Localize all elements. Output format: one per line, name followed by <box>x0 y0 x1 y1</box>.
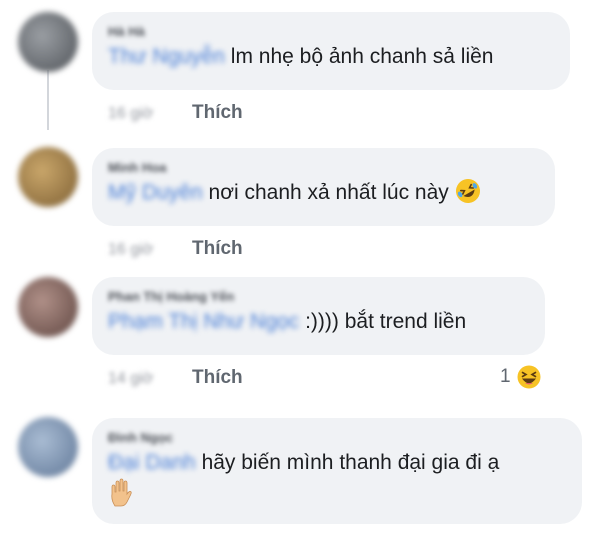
comment-bubble: Minh Hoa Mỹ Duyên nơi chanh xả nhất lúc n… <box>92 148 555 226</box>
comment-text: Phạm Thị Như Ngọc :)))) bắt trend liền <box>108 307 527 337</box>
reply-thread-line <box>47 70 49 130</box>
avatar[interactable] <box>18 417 78 477</box>
comment-author[interactable]: Hà Hà <box>108 22 552 42</box>
like-button[interactable]: Thích <box>192 238 243 259</box>
like-button[interactable]: Thích <box>192 102 243 123</box>
reaction-count-value: 1 <box>500 366 511 388</box>
reaction-count[interactable]: 1 <box>500 364 542 390</box>
comment-timestamp[interactable]: 16 giờ <box>108 238 192 262</box>
comment-author[interactable]: Phan Thị Hoàng Yến <box>108 287 527 307</box>
like-button[interactable]: Thích <box>192 367 243 388</box>
comment-actions: 16 giờ Thích <box>108 237 243 261</box>
comment-body: lm nhẹ bộ ảnh chanh sả liền <box>230 45 494 68</box>
rolling-on-floor-laughing-emoji-icon <box>455 179 481 204</box>
comment-text: Đại Danh hãy biến mình thanh đại gia đi ạ <box>108 448 564 478</box>
comment-bubble: Phan Thị Hoàng Yến Phạm Thị Như Ngọc:)))… <box>92 277 545 355</box>
comment-body: :)))) bắt trend liền <box>305 310 467 333</box>
comment-actions: 16 giờ Thích <box>108 101 243 125</box>
mention-link[interactable]: Mỹ Duyên <box>108 181 203 204</box>
comment-text: Thư Nguyễn lm nhẹ bộ ảnh chanh sả liền <box>108 42 552 72</box>
laughing-emoji-icon <box>516 364 542 390</box>
comment-text-emoji-line <box>108 478 564 517</box>
mention-link[interactable]: Phạm Thị Như Ngọc <box>108 310 299 333</box>
comment-bubble: Đình Ngọc Đại Danh hãy biến mình thanh đạ… <box>92 418 582 524</box>
comment-text: Mỹ Duyên nơi chanh xả nhất lúc này <box>108 178 537 208</box>
avatar[interactable] <box>18 12 78 72</box>
comment-timestamp[interactable]: 14 giờ <box>108 367 192 391</box>
comment-body: hãy biến mình thanh đại gia đi ạ <box>201 451 500 474</box>
comment-body: nơi chanh xả nhất lúc này <box>208 181 449 204</box>
avatar[interactable] <box>18 147 78 207</box>
comment-author[interactable]: Đình Ngọc <box>108 428 564 448</box>
comment-bubble: Hà Hà Thư Nguyễn lm nhẹ bộ ảnh chanh sả l… <box>92 12 570 90</box>
comment-actions: 14 giờ Thích <box>108 366 243 390</box>
comment-author[interactable]: Minh Hoa <box>108 158 537 178</box>
raised-hand-emoji-icon <box>108 478 134 513</box>
mention-link[interactable]: Đại Danh <box>108 451 196 474</box>
mention-link[interactable]: Thư Nguyễn <box>108 45 225 68</box>
avatar[interactable] <box>18 277 78 337</box>
comment-timestamp[interactable]: 16 giờ <box>108 102 192 126</box>
